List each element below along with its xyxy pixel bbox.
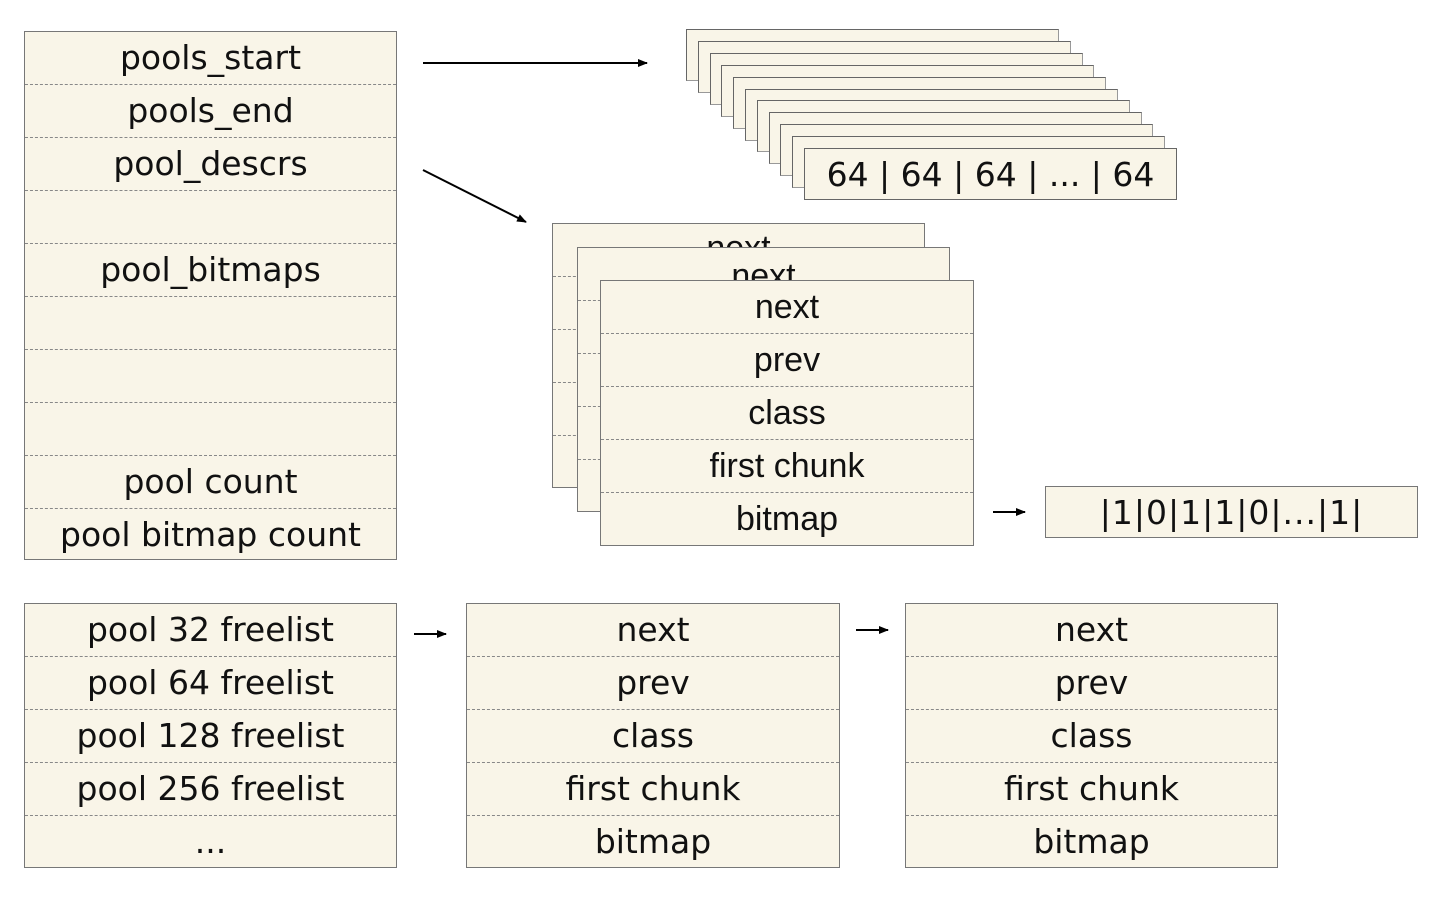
arrow-pool-descrs-to-descriptors <box>422 169 527 223</box>
arrows-layer <box>414 59 1026 638</box>
